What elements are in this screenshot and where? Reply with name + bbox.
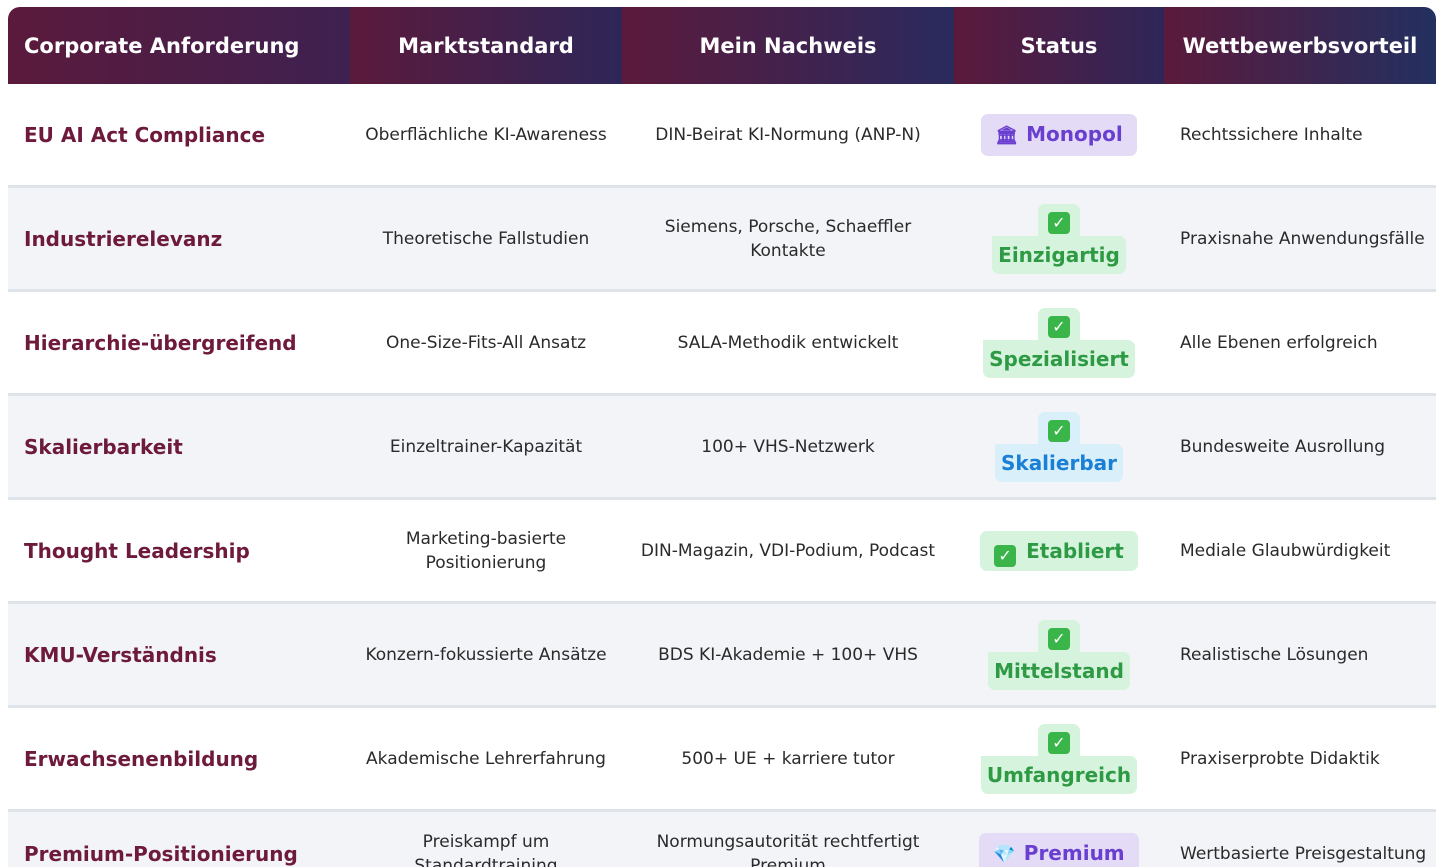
- diamond-icon: 💎: [993, 844, 1016, 865]
- check-icon: ✓: [1048, 315, 1070, 338]
- status-cell: ✓ Skalierbar: [954, 396, 1164, 500]
- table-row: KMU-Verständnis Konzern-fokussierte Ansä…: [8, 604, 1436, 708]
- table-row: EU AI Act Compliance Oberflächliche KI-A…: [8, 84, 1436, 188]
- status-label: Skalierbar: [994, 443, 1123, 482]
- proof-cell: DIN-Magazin, VDI-Podium, Podcast: [622, 500, 954, 604]
- advantage-cell: Wertbasierte Preisgestaltung: [1164, 812, 1436, 867]
- status-cell: ✓ Etabliert: [954, 500, 1164, 604]
- advantage-cell: Mediale Glaubwürdigkeit: [1164, 500, 1436, 604]
- advantage-cell: Bundesweite Ausrollung: [1164, 396, 1436, 500]
- proof-cell: 100+ VHS-Netzwerk: [622, 396, 954, 500]
- table-row: Erwachsenenbildung Akademische Lehrerfah…: [8, 708, 1436, 812]
- market-standard-cell: Marketing-basierte Positionierung: [350, 500, 622, 604]
- requirement-cell: Erwachsenenbildung: [8, 708, 350, 812]
- check-icon: ✓: [994, 544, 1017, 567]
- status-cell: 🏛 Monopol: [954, 84, 1164, 188]
- header-proof: Mein Nachweis: [622, 7, 954, 84]
- requirement-cell: Skalierbarkeit: [8, 396, 350, 500]
- status-badge: 🏛 Monopol: [981, 113, 1137, 156]
- check-icon: ✓: [1047, 627, 1070, 650]
- requirement-cell: Hierarchie-übergreifend: [8, 292, 350, 396]
- table-row: Thought Leadership Marketing-basierte Po…: [8, 500, 1436, 604]
- check-icon: ✓: [1048, 731, 1070, 754]
- status-cell: ✓ Umfangreich: [954, 708, 1164, 812]
- check-icon: ✓: [1047, 211, 1070, 234]
- status-cell: 💎 Premium: [954, 812, 1164, 867]
- requirement-cell: Industrierelevanz: [8, 188, 350, 292]
- status-label: Einzigartig: [992, 235, 1126, 274]
- status-label: Premium: [1023, 841, 1125, 865]
- table-row: Industrierelevanz Theoretische Fallstudi…: [8, 188, 1436, 292]
- proof-cell: BDS KI-Akademie + 100+ VHS: [622, 604, 954, 708]
- status-cell: ✓ Spezialisiert: [954, 292, 1164, 396]
- institution-icon: 🏛: [995, 124, 1019, 146]
- header-advantage: Wettbewerbsvorteil: [1164, 7, 1436, 84]
- advantage-cell: Alle Ebenen erfolgreich: [1164, 292, 1436, 396]
- status-label: Mittelstand: [988, 651, 1130, 690]
- market-standard-cell: Akademische Lehrerfahrung: [350, 708, 622, 812]
- proof-cell: 500+ UE + karriere tutor: [622, 708, 954, 812]
- check-icon: ✓: [1047, 419, 1070, 442]
- status-badge: ✓ Mittelstand: [988, 619, 1130, 690]
- status-badge: ✓ Spezialisiert: [983, 307, 1135, 378]
- market-standard-cell: Einzeltrainer-Kapazität: [350, 396, 622, 500]
- proof-cell: Normungsautorität rechtfertigt Premium: [622, 812, 954, 867]
- table-body: EU AI Act Compliance Oberflächliche KI-A…: [8, 84, 1436, 867]
- status-label: Etabliert: [1026, 538, 1124, 563]
- status-label: Spezialisiert: [983, 339, 1135, 378]
- advantage-cell: Praxisnahe Anwendungsfälle: [1164, 188, 1436, 292]
- header-status: Status: [954, 7, 1164, 84]
- table-row: Skalierbarkeit Einzeltrainer-Kapazität 1…: [8, 396, 1436, 500]
- proof-cell: DIN-Beirat KI-Normung (ANP-N): [622, 84, 954, 188]
- table-row: Hierarchie-übergreifend One-Size-Fits-Al…: [8, 292, 1436, 396]
- comparison-table-container: Corporate Anforderung Marktstandard Mein…: [8, 7, 1436, 867]
- proof-cell: SALA-Methodik entwickelt: [622, 292, 954, 396]
- market-standard-cell: Konzern-fokussierte Ansätze: [350, 604, 622, 708]
- proof-cell: Siemens, Porsche, Schaeffler Kontakte: [622, 188, 954, 292]
- market-standard-cell: Theoretische Fallstudien: [350, 188, 622, 292]
- market-standard-cell: One-Size-Fits-All Ansatz: [350, 292, 622, 396]
- status-badge: ✓ Umfangreich: [980, 723, 1138, 794]
- status-label: Monopol: [1026, 121, 1123, 146]
- status-badge: ✓ Einzigartig: [992, 203, 1126, 274]
- header-market-standard: Marktstandard: [350, 7, 622, 84]
- status-label: Umfangreich: [980, 755, 1138, 794]
- table-header: Corporate Anforderung Marktstandard Mein…: [8, 7, 1436, 84]
- table-row: Premium-Positionierung Preiskampf um Sta…: [8, 812, 1436, 867]
- status-cell: ✓ Mittelstand: [954, 604, 1164, 708]
- market-standard-cell: Preiskampf um Standardtraining: [350, 812, 622, 867]
- status-badge: ✓ Etabliert: [980, 530, 1138, 571]
- comparison-table: Corporate Anforderung Marktstandard Mein…: [8, 7, 1436, 867]
- requirement-cell: EU AI Act Compliance: [8, 84, 350, 188]
- header-row: Corporate Anforderung Marktstandard Mein…: [8, 7, 1436, 84]
- requirement-cell: Thought Leadership: [8, 500, 350, 604]
- header-requirement: Corporate Anforderung: [8, 7, 350, 84]
- advantage-cell: Realistische Lösungen: [1164, 604, 1436, 708]
- status-cell: ✓ Einzigartig: [954, 188, 1164, 292]
- requirement-cell: Premium-Positionierung: [8, 812, 350, 867]
- status-badge: ✓ Skalierbar: [994, 411, 1123, 482]
- advantage-cell: Praxiserprobte Didaktik: [1164, 708, 1436, 812]
- advantage-cell: Rechtssichere Inhalte: [1164, 84, 1436, 188]
- requirement-cell: KMU-Verständnis: [8, 604, 350, 708]
- market-standard-cell: Oberflächliche KI-Awareness: [350, 84, 622, 188]
- status-badge: 💎 Premium: [979, 833, 1139, 867]
